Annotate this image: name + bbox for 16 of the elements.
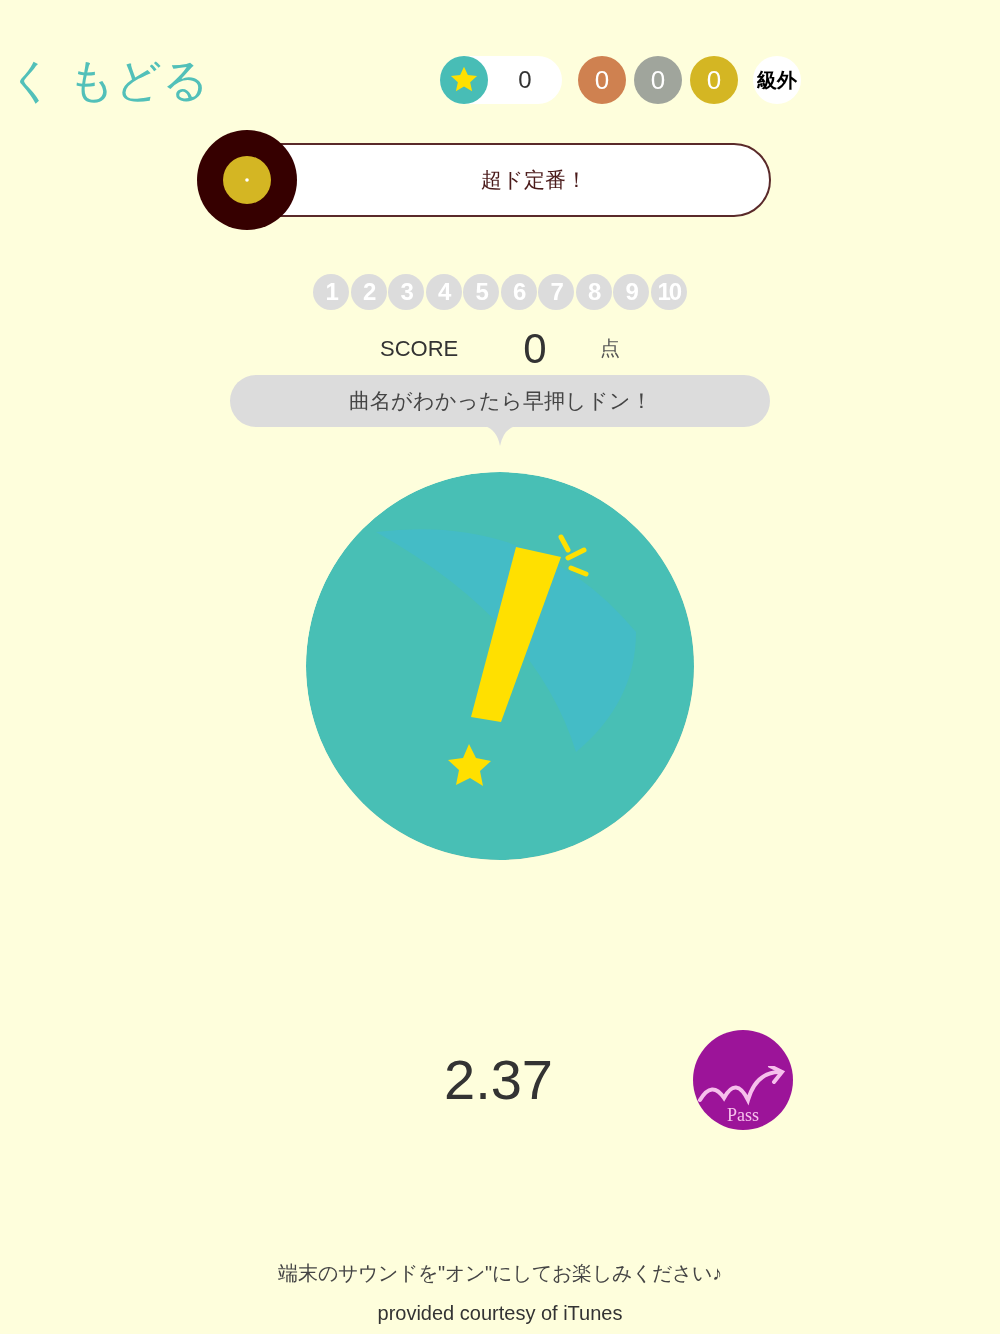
buzzer-button[interactable] [306, 472, 694, 860]
hint-text: 曲名がわかったら早押しドン！ [348, 388, 652, 415]
star-count: 0 [517, 65, 533, 95]
pass-button[interactable]: Pass [693, 1030, 793, 1130]
medal-count: 0 [690, 56, 738, 104]
medal-count: 0 [634, 56, 682, 104]
sound-notice: 端末のサウンドを"オン"にしてお楽しみください♪ [277, 1261, 723, 1286]
genre-label: 超ド定番！ [481, 167, 587, 194]
score-value: 0 [522, 323, 548, 374]
score-label: SCORE [380, 334, 460, 363]
rank-badge: 級外 [753, 56, 801, 104]
medal-count: 0 [578, 56, 626, 104]
itunes-credit: provided courtesy of iTunes [377, 1301, 623, 1326]
bounce-arrow-icon [698, 1066, 788, 1106]
timer: 2.37 [444, 1047, 554, 1113]
score-unit: 点 [600, 336, 620, 361]
